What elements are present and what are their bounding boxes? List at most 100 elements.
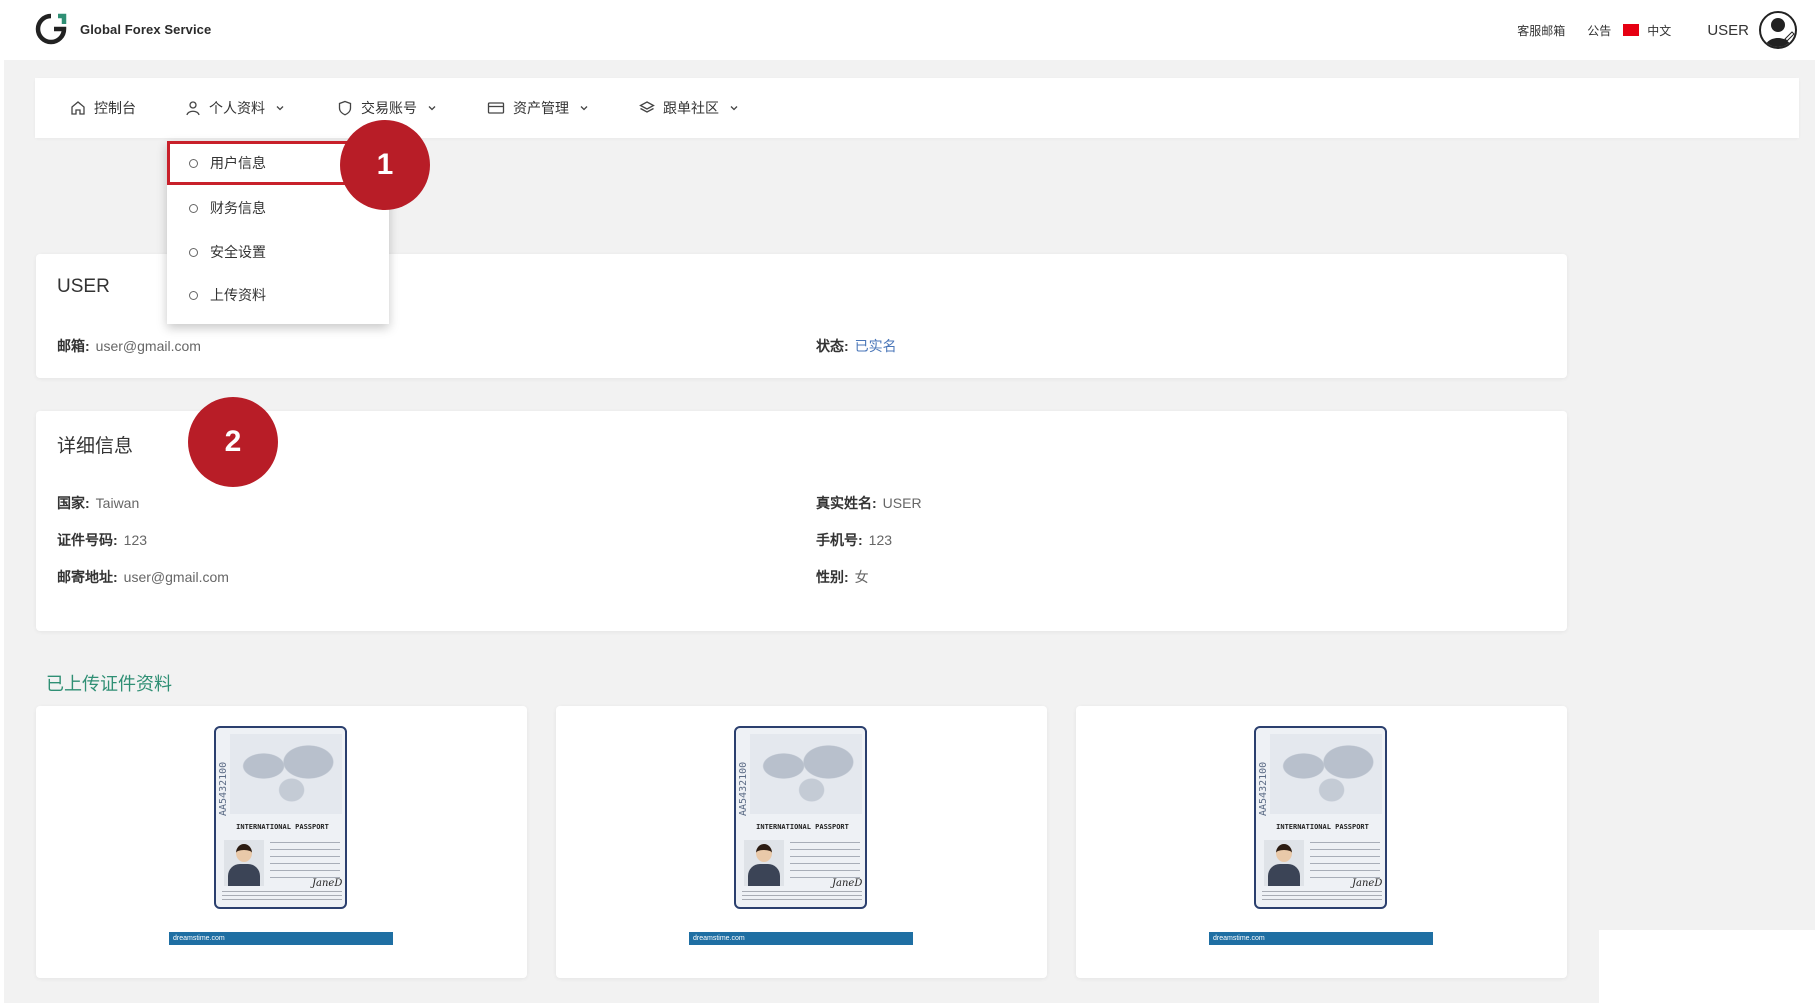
watermark-footer: dreamstime.com — [169, 932, 393, 945]
main-nav: 控制台 个人资料 交易账号 资产管理 跟单社区 — [35, 78, 1799, 138]
phone-field: 手机号: 123 — [816, 530, 892, 550]
gender-value: 女 — [854, 569, 869, 585]
passport-number: AA5432100 — [218, 761, 229, 816]
circle-icon — [189, 290, 198, 300]
email-label: 邮箱: — [57, 338, 90, 354]
passport-number: AA5432100 — [738, 761, 749, 816]
passport-details — [790, 842, 860, 882]
email-value: user@gmail.com — [95, 338, 201, 354]
home-icon — [71, 101, 85, 115]
user-icon — [186, 101, 200, 116]
watermark-text: dreamstime.com — [693, 935, 745, 942]
status-field: 状态: 已实名 — [816, 336, 897, 356]
watermark-text: dreamstime.com — [1213, 935, 1265, 942]
passport-details — [270, 842, 340, 882]
card-icon — [487, 102, 505, 114]
language-selector[interactable]: 中文 — [1623, 22, 1671, 39]
status-label: 状态: — [816, 338, 849, 354]
real-name-label: 真实姓名: — [816, 495, 877, 511]
country-field: 国家: Taiwan — [57, 493, 139, 513]
nav-trading-account-label: 交易账号 — [361, 100, 417, 116]
chevron-down-icon — [276, 106, 284, 111]
passport-signature: JaneD — [312, 878, 343, 889]
avatar[interactable] — [1759, 11, 1797, 49]
passport-image: AA5432100 INTERNATIONAL PASSPORT JaneD — [734, 726, 867, 909]
left-edge — [0, 60, 4, 1003]
world-map-graphic — [230, 734, 342, 814]
id-number-value: 123 — [123, 532, 148, 548]
document-card[interactable]: AA5432100 INTERNATIONAL PASSPORT JaneD d… — [1076, 706, 1567, 978]
support-email-link[interactable]: 客服邮箱 — [1517, 22, 1565, 39]
document-card[interactable]: AA5432100 INTERNATIONAL PASSPORT JaneD d… — [36, 706, 527, 978]
account-title: USER — [57, 276, 110, 297]
country-label: 国家: — [57, 495, 90, 511]
real-name-value: USER — [882, 495, 922, 511]
passport-image: AA5432100 INTERNATIONAL PASSPORT JaneD — [214, 726, 347, 909]
world-map-graphic — [750, 734, 862, 814]
china-flag-icon — [1623, 24, 1640, 36]
brand[interactable]: Global Forex Service — [34, 12, 211, 46]
world-map-graphic — [1270, 734, 1382, 814]
top-header: Global Forex Service 客服邮箱 公告 中文 USER — [0, 0, 1815, 60]
watermark-text: dreamstime.com — [173, 935, 225, 942]
corner-panel — [1599, 930, 1815, 1003]
passport-number: AA5432100 — [1258, 761, 1269, 816]
passport-mrz — [222, 891, 342, 901]
mailing-address-value: user@gmail.com — [123, 569, 229, 585]
menu-item-security-settings[interactable]: 安全设置 — [167, 230, 389, 274]
gender-label: 性别: — [816, 569, 849, 585]
nav-dashboard-label: 控制台 — [94, 100, 136, 116]
passport-title: INTERNATIONAL PASSPORT — [236, 823, 329, 831]
chevron-down-icon — [428, 106, 436, 111]
mailing-address-field: 邮寄地址: user@gmail.com — [57, 567, 229, 587]
circle-icon — [189, 203, 198, 213]
announcement-link[interactable]: 公告 — [1587, 22, 1611, 39]
mailing-address-label: 邮寄地址: — [57, 569, 118, 585]
nav-profile[interactable]: 个人资料 — [185, 78, 285, 138]
passport-image: AA5432100 INTERNATIONAL PASSPORT JaneD — [1254, 726, 1387, 909]
watermark-footer: dreamstime.com — [689, 932, 913, 945]
user-avatar-icon — [1765, 18, 1795, 47]
chevron-down-icon — [730, 106, 738, 111]
step-badge-2: 2 — [188, 397, 278, 487]
document-card[interactable]: AA5432100 INTERNATIONAL PASSPORT JaneD d… — [556, 706, 1047, 978]
nav-dashboard[interactable]: 控制台 — [70, 78, 136, 138]
passport-photo — [1264, 840, 1304, 886]
passport-signature: JaneD — [832, 878, 863, 889]
menu-item-label: 财务信息 — [210, 200, 266, 216]
menu-item-upload-documents[interactable]: 上传资料 — [167, 273, 389, 317]
brand-name: Global Forex Service — [80, 21, 212, 37]
phone-value: 123 — [868, 532, 893, 548]
brand-logo-icon — [35, 13, 67, 45]
country-value: Taiwan — [95, 495, 140, 511]
email-field: 邮箱: user@gmail.com — [57, 336, 201, 356]
id-number-label: 证件号码: — [57, 532, 118, 548]
shield-icon — [338, 100, 352, 116]
menu-item-label: 用户信息 — [210, 155, 266, 171]
nav-copy-trading[interactable]: 跟单社区 — [639, 78, 739, 138]
user-name[interactable]: USER — [1707, 22, 1749, 39]
detail-title: 详细信息 — [57, 436, 134, 457]
watermark-footer: dreamstime.com — [1209, 932, 1433, 945]
menu-item-label: 安全设置 — [210, 244, 266, 260]
menu-item-label: 上传资料 — [210, 287, 266, 303]
nav-asset-management[interactable]: 资产管理 — [487, 78, 589, 138]
nav-copy-trading-label: 跟单社区 — [663, 100, 719, 116]
nav-asset-management-label: 资产管理 — [513, 100, 569, 116]
real-name-field: 真实姓名: USER — [816, 493, 922, 513]
language-label: 中文 — [1647, 23, 1672, 38]
passport-title: INTERNATIONAL PASSPORT — [756, 823, 849, 831]
step-badge-1: 1 — [340, 120, 430, 210]
chevron-down-icon — [580, 106, 588, 111]
uploads-title: 已上传证件资料 — [46, 674, 172, 694]
status-value: 已实名 — [854, 338, 897, 354]
gender-field: 性别: 女 — [816, 567, 869, 587]
circle-icon — [189, 158, 198, 168]
passport-photo — [224, 840, 264, 886]
nav-profile-label: 个人资料 — [209, 100, 265, 116]
passport-details — [1310, 842, 1380, 882]
circle-icon — [189, 247, 198, 257]
id-number-field: 证件号码: 123 — [57, 530, 147, 550]
passport-signature: JaneD — [1352, 878, 1383, 889]
layers-icon — [639, 101, 655, 113]
